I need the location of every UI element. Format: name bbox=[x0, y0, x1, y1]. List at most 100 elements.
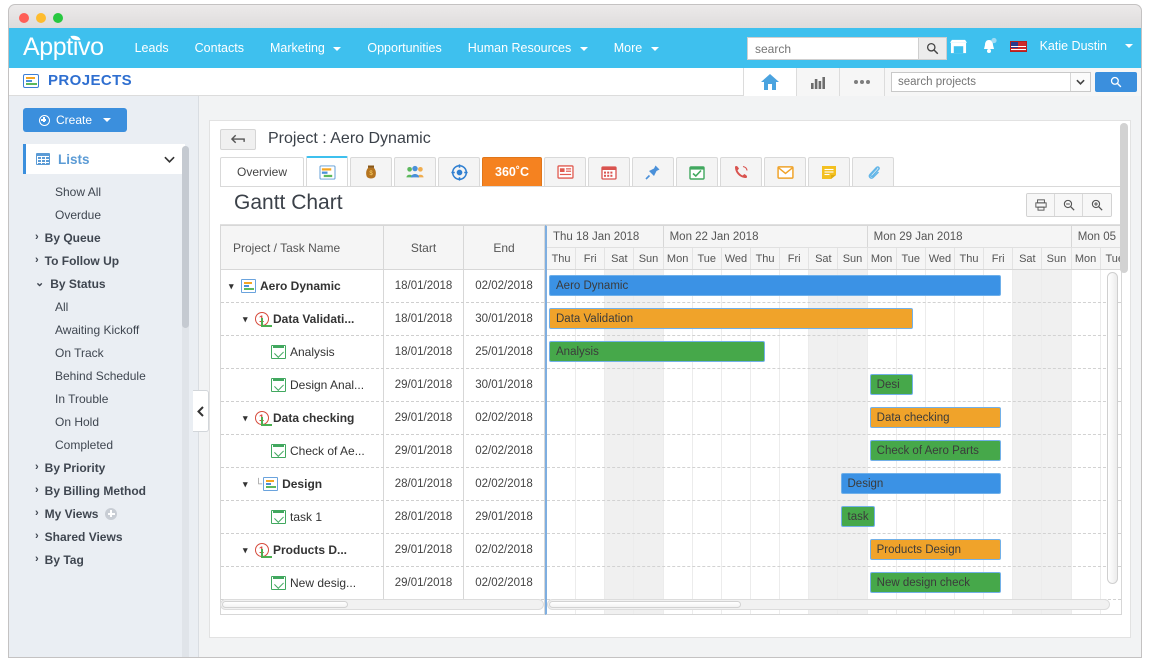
create-button[interactable]: Create bbox=[23, 108, 127, 132]
task-name-cell[interactable]: ▾└Design bbox=[221, 468, 384, 500]
content-vertical-scrollbar-thumb[interactable] bbox=[1120, 123, 1128, 273]
tab-tasks[interactable] bbox=[676, 157, 718, 186]
gantt-table-hscrollbar-thumb[interactable] bbox=[222, 601, 348, 608]
gantt-vertical-scrollbar-thumb[interactable] bbox=[1107, 272, 1118, 584]
sidebar-item-by-billing-method[interactable]: ›By Billing Method bbox=[9, 479, 187, 502]
tree-twisty-icon[interactable]: ▾ bbox=[243, 546, 253, 555]
tab-news[interactable] bbox=[544, 157, 586, 186]
tab-targets[interactable] bbox=[438, 157, 480, 186]
sidebar-item-to-follow-up[interactable]: ›To Follow Up bbox=[9, 249, 187, 272]
tree-twisty-icon[interactable]: ▾ bbox=[229, 282, 239, 291]
sidebar-item-awaiting-kickoff[interactable]: Awaiting Kickoff bbox=[9, 318, 187, 341]
sidebar-item-overdue[interactable]: Overdue bbox=[9, 203, 187, 226]
user-name-label[interactable]: Katie Dustin bbox=[1040, 39, 1107, 53]
sidebar-item-on-hold[interactable]: On Hold bbox=[9, 410, 187, 433]
nav-item-leads[interactable]: Leads bbox=[122, 41, 182, 55]
notification-bell-icon[interactable] bbox=[981, 37, 997, 55]
tab-notes[interactable] bbox=[808, 157, 850, 186]
sidebar-item-completed[interactable]: Completed bbox=[9, 433, 187, 456]
table-row[interactable]: ▾└Design28/01/201802/02/2018 bbox=[221, 468, 544, 501]
table-row[interactable]: ▾Products D...29/01/201802/02/2018 bbox=[221, 534, 544, 567]
table-row[interactable]: ▾Data Validati...18/01/201830/01/2018 bbox=[221, 303, 544, 336]
gantt-vertical-scrollbar[interactable] bbox=[1107, 272, 1118, 594]
tab-pinned[interactable] bbox=[632, 157, 674, 186]
task-name-cell[interactable]: task 1 bbox=[221, 501, 384, 533]
tab-calls[interactable] bbox=[720, 157, 762, 186]
tab-gantt-chart[interactable] bbox=[306, 156, 348, 186]
nav-item-contacts[interactable]: Contacts bbox=[182, 41, 257, 55]
zoom-out-button[interactable] bbox=[1055, 194, 1083, 216]
apptivo-logo[interactable]: Apptivo bbox=[23, 33, 104, 62]
sidebar-item-shared-views[interactable]: ›Shared Views bbox=[9, 525, 187, 548]
gantt-bar[interactable]: Data Validation bbox=[549, 308, 913, 329]
nav-item-human-resources[interactable]: Human Resources bbox=[455, 41, 601, 55]
print-button[interactable] bbox=[1027, 194, 1055, 216]
reports-button[interactable] bbox=[796, 68, 839, 96]
tab-team[interactable] bbox=[394, 157, 436, 186]
gantt-bar[interactable]: Products Design bbox=[870, 539, 1001, 560]
task-name-cell[interactable]: New desig... bbox=[221, 567, 384, 599]
home-button[interactable] bbox=[743, 68, 796, 96]
sidebar-item-by-queue[interactable]: ›By Queue bbox=[9, 226, 187, 249]
global-search-input[interactable] bbox=[748, 38, 918, 59]
project-search-button[interactable] bbox=[1095, 72, 1137, 92]
store-icon[interactable] bbox=[949, 38, 968, 55]
gantt-bar[interactable]: Check of Aero Parts bbox=[870, 440, 1001, 461]
tab-expenses[interactable]: $ bbox=[350, 157, 392, 186]
gantt-bar[interactable]: Aero Dynamic bbox=[549, 275, 1001, 296]
gantt-bar[interactable]: task bbox=[841, 506, 876, 527]
maximize-window-button[interactable] bbox=[53, 13, 63, 23]
project-search-dropdown-button[interactable] bbox=[1070, 73, 1090, 91]
tab-calendar[interactable] bbox=[588, 157, 630, 186]
sidebar-lists-header[interactable]: Lists bbox=[23, 144, 185, 174]
content-vertical-scrollbar[interactable] bbox=[1120, 123, 1128, 637]
zoom-in-button[interactable] bbox=[1083, 194, 1111, 216]
global-search[interactable] bbox=[747, 37, 947, 60]
sidebar-item-all[interactable]: All bbox=[9, 295, 187, 318]
tab-360-view[interactable]: 360˚C bbox=[482, 157, 542, 186]
gantt-bar[interactable]: New design check bbox=[870, 572, 1001, 593]
minimize-window-button[interactable] bbox=[36, 13, 46, 23]
sidebar-item-by-priority[interactable]: ›By Priority bbox=[9, 456, 187, 479]
sidebar-item-behind-schedule[interactable]: Behind Schedule bbox=[9, 364, 187, 387]
more-options-button[interactable] bbox=[839, 68, 884, 96]
tab-emails[interactable] bbox=[764, 157, 806, 186]
project-search-input[interactable] bbox=[892, 76, 1070, 88]
task-name-cell[interactable]: ▾Data checking bbox=[221, 402, 384, 434]
gantt-timeline-hscrollbar-thumb[interactable] bbox=[549, 601, 741, 608]
table-row[interactable]: New desig...29/01/201802/02/2018 bbox=[221, 567, 544, 600]
add-view-icon[interactable] bbox=[105, 508, 117, 520]
tree-twisty-icon[interactable]: ▾ bbox=[243, 315, 253, 324]
task-name-cell[interactable]: ▾Aero Dynamic bbox=[221, 270, 384, 302]
sidebar-item-by-status[interactable]: ⌄By Status bbox=[9, 272, 187, 295]
nav-item-opportunities[interactable]: Opportunities bbox=[354, 41, 454, 55]
gantt-table-hscrollbar[interactable] bbox=[220, 599, 544, 610]
gantt-bar[interactable]: Analysis bbox=[549, 341, 765, 362]
chevron-down-icon[interactable] bbox=[164, 156, 175, 163]
tree-twisty-icon[interactable]: ▾ bbox=[243, 480, 253, 489]
table-row[interactable]: task 128/01/201829/01/2018 bbox=[221, 501, 544, 534]
sidebar-item-by-tag[interactable]: ›By Tag bbox=[9, 548, 187, 571]
sidebar-scrollbar[interactable] bbox=[182, 146, 189, 658]
table-row[interactable]: Design Anal...29/01/201830/01/2018 bbox=[221, 369, 544, 402]
table-row[interactable]: Analysis18/01/201825/01/2018 bbox=[221, 336, 544, 369]
task-name-cell[interactable]: ▾Data Validati... bbox=[221, 303, 384, 335]
table-row[interactable]: ▾Aero Dynamic18/01/201802/02/2018 bbox=[221, 270, 544, 303]
table-row[interactable]: ▾Data checking29/01/201802/02/2018 bbox=[221, 402, 544, 435]
table-row[interactable]: Check of Ae...29/01/201802/02/2018 bbox=[221, 435, 544, 468]
nav-item-more[interactable]: More bbox=[601, 41, 672, 55]
tab-overview[interactable]: Overview bbox=[220, 157, 304, 186]
sidebar-scrollbar-thumb[interactable] bbox=[182, 146, 189, 328]
nav-item-marketing[interactable]: Marketing bbox=[257, 41, 354, 55]
project-search-field[interactable] bbox=[891, 72, 1091, 92]
sidebar-item-my-views[interactable]: ›My Views bbox=[9, 502, 187, 525]
sidebar-item-on-track[interactable]: On Track bbox=[9, 341, 187, 364]
task-name-cell[interactable]: Design Anal... bbox=[221, 369, 384, 401]
task-name-cell[interactable]: Analysis bbox=[221, 336, 384, 368]
gantt-bar[interactable]: Data checking bbox=[870, 407, 1001, 428]
user-menu-chevron-icon[interactable] bbox=[1125, 44, 1133, 48]
global-search-button[interactable] bbox=[918, 38, 946, 59]
gantt-bar[interactable]: Design bbox=[841, 473, 1001, 494]
sidebar-item-in-trouble[interactable]: In Trouble bbox=[9, 387, 187, 410]
task-name-cell[interactable]: ▾Products D... bbox=[221, 534, 384, 566]
